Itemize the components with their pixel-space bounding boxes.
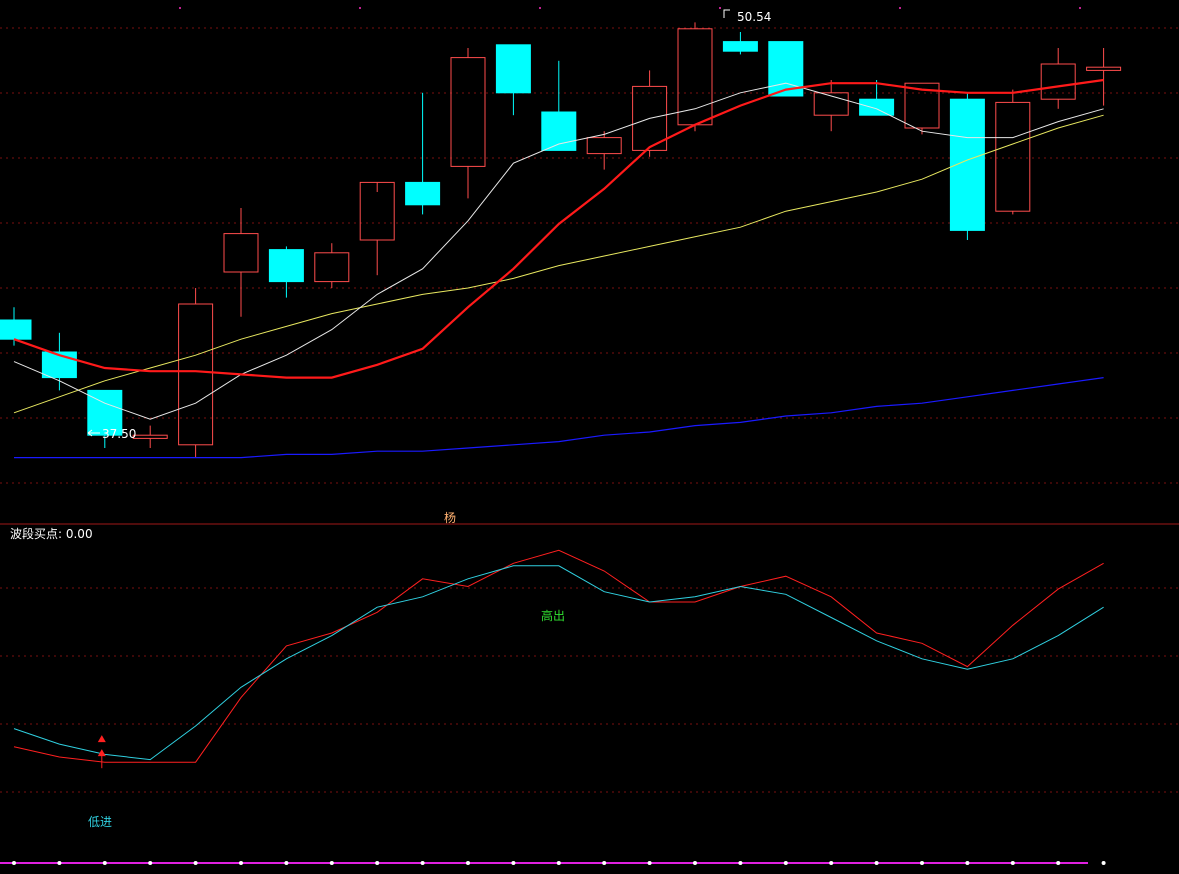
candle-body-11 (495, 44, 531, 94)
panel-divider-label: 杨 (444, 510, 456, 525)
top-tick-0 (179, 7, 181, 9)
top-tick-1 (359, 7, 361, 9)
time-axis-dot-24 (1101, 861, 1106, 865)
indicator-title: 波段买点: 0.00 (10, 526, 93, 541)
time-axis-dot-16 (738, 861, 743, 865)
high-signal-label: 高出 (541, 608, 565, 623)
candle-body-0 (0, 319, 32, 340)
stock-chart-window: 50.54 37.50 杨 波段买点: 0.00 低进 高出 (0, 0, 1179, 870)
candle-body-9 (405, 181, 441, 206)
time-axis-dot-14 (647, 861, 652, 865)
time-axis-dot-19 (874, 861, 879, 865)
high-arrow (723, 9, 730, 18)
kline-chart[interactable]: 50.54 37.50 杨 波段买点: 0.00 低进 高出 (0, 0, 1179, 870)
candle-body-5 (223, 233, 259, 273)
candle-body-6 (268, 249, 304, 283)
osc-cyan-line (13, 565, 1104, 761)
time-axis-dot-20 (920, 861, 924, 865)
time-axis-dot-10 (466, 861, 470, 865)
time-axis-dot-18 (829, 861, 834, 865)
time-axis-dot-22 (1010, 861, 1015, 865)
top-tick-5 (1079, 7, 1081, 9)
top-tick-2 (539, 7, 541, 9)
candle-body-12 (541, 111, 577, 151)
candle-body-15 (677, 28, 713, 126)
time-axis-dot-7 (329, 861, 334, 865)
time-axis-dot-3 (148, 861, 153, 865)
candle-body-4 (178, 303, 214, 446)
time-axis-dot-4 (193, 861, 198, 865)
time-axis-dot-5 (239, 861, 243, 865)
time-axis-dots (0, 861, 1106, 865)
candle-body-13 (586, 137, 622, 155)
time-axis-dot-21 (965, 861, 970, 865)
time-axis-dot-15 (693, 861, 697, 865)
low-price-label: 37.50 (102, 427, 136, 441)
candle-body-16 (722, 41, 758, 52)
candle-body-7 (314, 252, 350, 283)
time-axis-dot-23 (1056, 861, 1061, 865)
candle-body-24 (1086, 66, 1122, 71)
time-axis-dot-17 (783, 861, 788, 865)
time-axis-dot-9 (420, 861, 425, 865)
low-signal-label: 低进 (88, 815, 112, 829)
ma-yellow-line (13, 114, 1104, 414)
time-axis-dot-8 (375, 861, 380, 865)
candles (0, 22, 1122, 458)
candle-body-22 (995, 101, 1031, 212)
time-axis-dot-11 (511, 861, 516, 865)
time-axis-dot-12 (556, 861, 561, 865)
high-price-label: 50.54 (737, 10, 771, 24)
buy-signal-arrow-b-0 (97, 735, 106, 743)
candle-body-23 (1040, 63, 1076, 100)
time-axis-dot-13 (602, 861, 607, 865)
top-tick-4 (899, 7, 901, 9)
time-axis-dot-1 (57, 861, 62, 865)
grid-lines (0, 7, 1179, 793)
signals (97, 735, 106, 769)
top-tick-3 (719, 7, 721, 9)
candle-body-10 (450, 57, 486, 167)
time-axis-dot-6 (284, 861, 289, 865)
time-axis-dot-2 (102, 861, 107, 865)
candle-body-3 (132, 434, 168, 439)
candle-body-19 (859, 98, 895, 116)
high-price-annotation: 50.54 (723, 9, 771, 24)
time-axis-dot-0 (12, 861, 16, 865)
